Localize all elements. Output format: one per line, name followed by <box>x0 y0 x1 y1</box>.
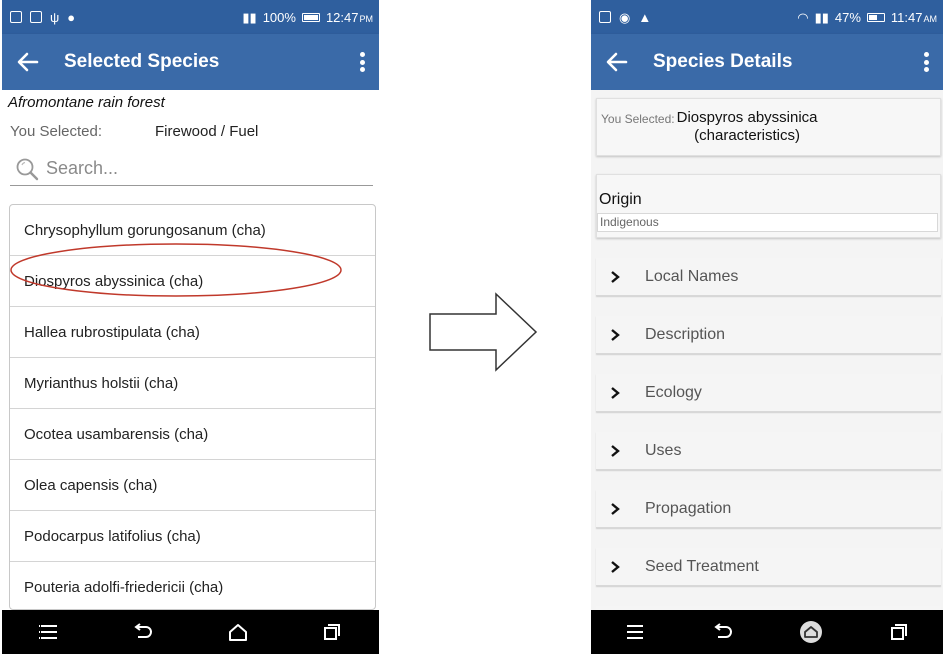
back-nav-icon[interactable] <box>125 617 161 647</box>
section-label: Ecology <box>645 383 702 401</box>
android-navigation-bar <box>2 610 379 654</box>
species-list-item[interactable]: Olea capensis (cha) <box>10 460 375 511</box>
section-seed-treatment[interactable]: Seed Treatment <box>596 548 941 586</box>
search-input[interactable]: Search... <box>10 152 373 186</box>
section-local-names[interactable]: Local Names <box>596 258 941 296</box>
section-propagation[interactable]: Propagation <box>596 490 941 528</box>
status-bar: ψ ● ▮▮ 100% 12:47PM <box>2 0 379 34</box>
android-icon: ● <box>67 9 76 25</box>
selection-row: You Selected: Firewood / Fuel <box>2 114 379 148</box>
origin-value-field: Indigenous <box>597 213 938 232</box>
battery-icon <box>866 12 885 22</box>
recents-icon[interactable] <box>314 617 350 647</box>
app-bar: Species Details <box>591 34 943 90</box>
chevron-right-icon <box>600 328 630 342</box>
battery-icon <box>301 12 320 22</box>
species-list-item[interactable]: Myrianthus holstii (cha) <box>10 358 375 409</box>
back-arrow-icon[interactable] <box>16 50 40 74</box>
app-notification-icon: ◉ <box>619 9 631 25</box>
wifi-icon: ◠ <box>797 9 809 25</box>
species-list-item[interactable]: Diospyros abyssinica (cha) <box>10 256 375 307</box>
section-description[interactable]: Description <box>596 316 941 354</box>
chevron-right-icon <box>600 560 630 574</box>
clock-time: 12:47PM <box>325 9 373 25</box>
menu-lines-icon[interactable] <box>617 617 653 647</box>
left-phone-screen: ψ ● ▮▮ 100% 12:47PM Selected Species Afr… <box>2 0 379 654</box>
species-list-item[interactable]: Hallea rubrostipulata (cha) <box>10 307 375 358</box>
kebab-menu-icon[interactable] <box>919 50 933 74</box>
forest-type-heading: Afromontane rain forest <box>8 94 165 111</box>
back-arrow-icon[interactable] <box>605 50 629 74</box>
species-list-item[interactable]: Pouteria adolfi-friedericii (cha) <box>10 562 375 609</box>
selected-species-content: Afromontane rain forest You Selected: Fi… <box>2 90 379 610</box>
selection-value: Diospyros abyssinica (characteristics) <box>677 109 818 145</box>
section-ecology[interactable]: Ecology <box>596 374 941 412</box>
chevron-right-icon <box>600 444 630 458</box>
selected-species-qualifier: (characteristics) <box>694 127 800 144</box>
notification-icon <box>10 11 22 23</box>
section-label: Local Names <box>645 267 739 285</box>
species-list-item[interactable]: Chrysophyllum gorungosanum (cha) <box>10 205 375 256</box>
right-phone-screen: ◉ ▲ ◠ ▮▮ 47% 11:47AM Species Details You… <box>591 0 943 654</box>
signal-icon: ▮▮ <box>814 9 829 25</box>
species-list: Chrysophyllum gorungosanum (cha) Diospyr… <box>9 204 376 610</box>
search-placeholder: Search... <box>46 158 119 178</box>
home-icon[interactable] <box>793 617 829 647</box>
code-icon <box>30 11 42 23</box>
clock-time: 11:47AM <box>890 9 937 25</box>
chevron-right-icon <box>600 270 630 284</box>
section-label: Propagation <box>645 499 732 517</box>
battery-percent: 100% <box>262 9 296 25</box>
section-uses[interactable]: Uses <box>596 432 941 470</box>
signal-icon: ▮▮ <box>242 9 257 25</box>
page-title: Species Details <box>653 51 793 72</box>
chevron-right-icon <box>600 386 630 400</box>
recents-icon[interactable] <box>881 617 917 647</box>
kebab-menu-icon[interactable] <box>355 50 369 74</box>
right-arrow-icon <box>429 292 538 372</box>
origin-card: Origin Indigenous <box>596 174 941 238</box>
back-nav-icon[interactable] <box>705 617 741 647</box>
origin-label: Origin <box>599 191 642 208</box>
page-title: Selected Species <box>64 51 220 72</box>
species-list-item[interactable]: Ocotea usambarensis (cha) <box>10 409 375 460</box>
home-icon[interactable] <box>220 617 256 647</box>
species-details-content: You Selected: Diospyros abyssinica (char… <box>591 90 943 616</box>
section-label: Description <box>645 325 726 343</box>
battery-percent: 47% <box>834 9 861 25</box>
section-label: Seed Treatment <box>645 557 759 575</box>
app-bar: Selected Species <box>2 34 379 90</box>
section-label: Uses <box>645 441 682 459</box>
selection-card: You Selected: Diospyros abyssinica (char… <box>596 98 941 156</box>
status-bar: ◉ ▲ ◠ ▮▮ 47% 11:47AM <box>591 0 943 34</box>
chevron-right-icon <box>600 502 630 516</box>
warning-icon: ▲ <box>638 9 652 25</box>
android-navigation-bar <box>591 610 943 654</box>
selection-label: You Selected: <box>601 112 675 126</box>
species-list-item[interactable]: Podocarpus latifolius (cha) <box>10 511 375 562</box>
notification-icon <box>599 11 611 23</box>
comparison-stage: ψ ● ▮▮ 100% 12:47PM Selected Species Afr… <box>0 0 943 654</box>
search-icon <box>16 158 39 180</box>
selection-value: Firewood / Fuel <box>155 122 259 140</box>
selection-label: You Selected: <box>10 122 103 140</box>
selected-species-name: Diospyros abyssinica <box>676 109 818 126</box>
menu-lines-icon[interactable] <box>31 617 67 647</box>
usb-icon: ψ <box>50 9 60 25</box>
